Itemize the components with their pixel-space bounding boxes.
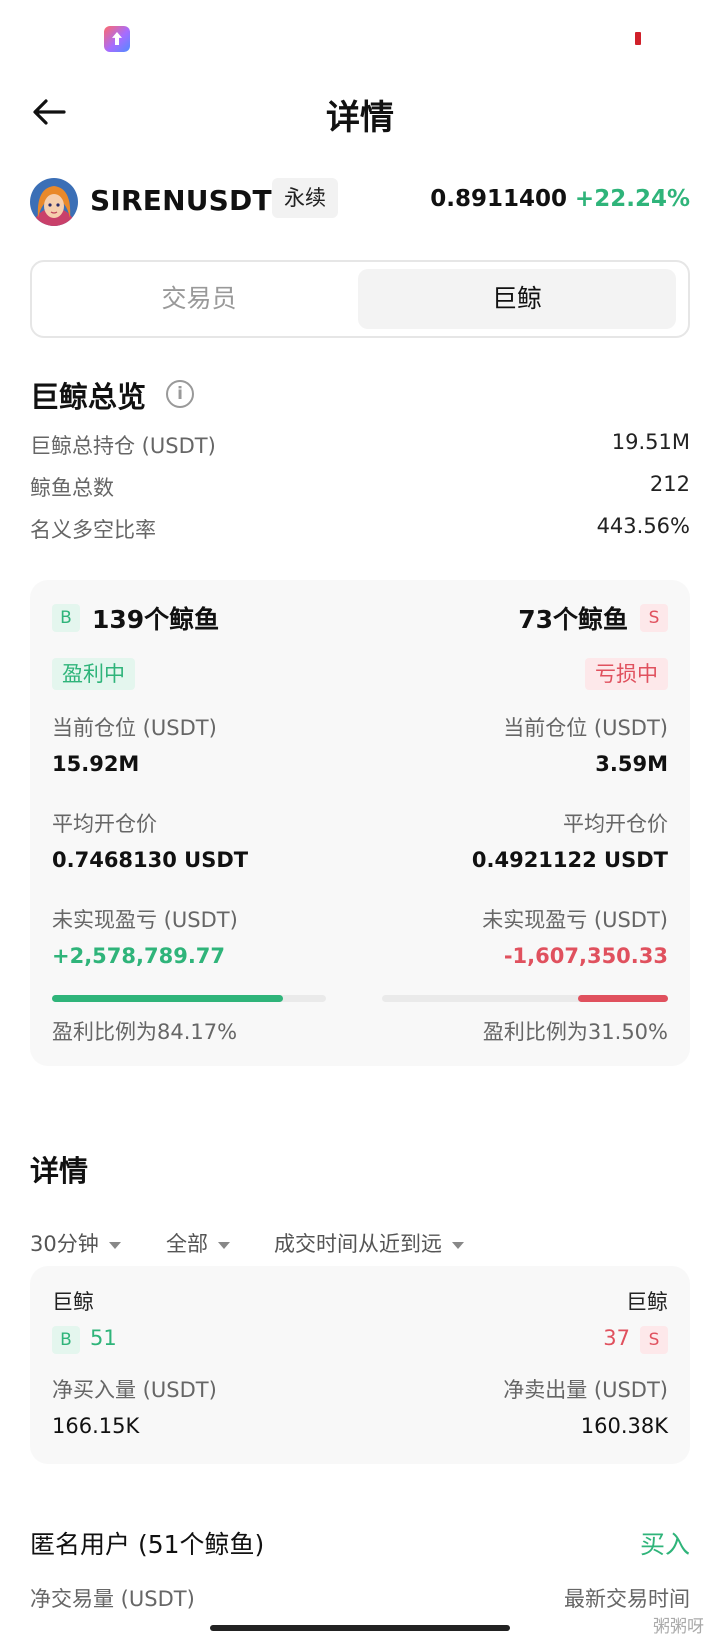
short-pnl-value: -1,607,350.33: [503, 944, 668, 968]
long-position-value: 15.92M: [52, 752, 140, 776]
loss-status-badge: 亏损中: [585, 658, 668, 690]
net-buy-value: 166.15K: [52, 1414, 140, 1438]
tab-whales[interactable]: 巨鲸: [358, 269, 676, 329]
anon-users-title: 匿名用户 (51个鲸鱼): [30, 1530, 265, 1559]
short-profit-bar-fill: [577, 995, 668, 1002]
sell-whale-count: 37: [603, 1326, 630, 1350]
token-avatar: [30, 178, 78, 226]
page-title: 详情: [326, 98, 394, 138]
buy-link[interactable]: 买入: [640, 1525, 690, 1561]
buy-badge: B: [52, 604, 80, 632]
buy-whale-title: 巨鲸: [52, 1290, 94, 1314]
long-profit-bar-fill: [52, 995, 283, 1002]
stat-row: 鲸鱼总数 212: [30, 472, 690, 506]
sell-badge: S: [640, 604, 668, 632]
details-title: 详情: [30, 1154, 89, 1188]
net-sell-value: 160.38K: [580, 1414, 668, 1438]
long-whale-count: 139个鲸鱼: [92, 605, 220, 634]
short-pnl-label: 未实现盈亏 (USDT): [482, 908, 668, 932]
chevron-down-icon: [218, 1241, 230, 1249]
tab-traders[interactable]: 交易员: [40, 269, 358, 329]
buy-badge: B: [52, 1326, 80, 1354]
flow-card: 巨鲸 B 51 净买入量 (USDT) 166.15K 巨鲸 S 37 净卖出量…: [30, 1266, 690, 1464]
overview-title: 巨鲸总览: [30, 380, 147, 414]
stat-label: 鲸鱼总数: [30, 476, 114, 500]
top-nav: 详情: [0, 80, 720, 144]
perpetual-tag: 永续: [272, 178, 338, 218]
status-bar: [0, 0, 720, 80]
net-volume-column-header: 净交易量 (USDT): [30, 1587, 195, 1611]
app-notification-icon: [104, 26, 130, 52]
ticker-symbol: SIRENUSDT: [90, 184, 272, 217]
latest-trade-time-column-header: 最新交易时间: [564, 1587, 690, 1611]
whale-summary-card: B 139个鲸鱼 盈利中 当前仓位 (USDT) 15.92M 平均开仓价 0.…: [30, 580, 690, 1066]
sort-filter-label: 成交时间从近到远: [274, 1232, 442, 1256]
long-avg-label: 平均开仓价: [52, 812, 157, 836]
ticker-price: 0.8911400: [430, 186, 567, 212]
long-avg-value: 0.7468130 USDT: [52, 848, 249, 872]
info-icon[interactable]: i: [166, 380, 194, 408]
stat-label: 巨鲸总持仓 (USDT): [30, 434, 216, 458]
stat-value: 212: [649, 472, 690, 496]
stat-row: 巨鲸总持仓 (USDT) 19.51M: [30, 430, 690, 464]
stat-value: 443.56%: [596, 514, 690, 538]
ticker-header: SIRENUSDT 永续 0.8911400 +22.24%: [30, 176, 690, 232]
sell-whale-title: 巨鲸: [626, 1290, 668, 1314]
long-position-label: 当前仓位 (USDT): [52, 716, 217, 740]
net-sell-label: 净卖出量 (USDT): [503, 1378, 668, 1402]
side-filter-label: 全部: [166, 1232, 208, 1256]
chevron-down-icon: [452, 1241, 464, 1249]
stat-row: 名义多空比率 443.56%: [30, 514, 690, 548]
stat-value: 19.51M: [611, 430, 690, 454]
side-filter[interactable]: 全部: [166, 1228, 230, 1258]
timeframe-filter[interactable]: 30分钟: [30, 1228, 121, 1258]
battery-icon: [635, 32, 641, 45]
profit-status-badge: 盈利中: [52, 658, 135, 690]
watermark: 粥粥呀: [653, 1617, 704, 1637]
segmented-tabs: 交易员 巨鲸: [30, 260, 690, 338]
long-ratio-text: 盈利比例为84.17%: [52, 1020, 238, 1044]
timeframe-filter-label: 30分钟: [30, 1232, 99, 1256]
short-avg-value: 0.4921122 USDT: [471, 848, 668, 872]
long-pnl-value: +2,578,789.77: [52, 944, 226, 968]
short-ratio-text: 盈利比例为31.50%: [482, 1020, 668, 1044]
short-whale-count: 73个鲸鱼: [518, 605, 628, 634]
sort-filter[interactable]: 成交时间从近到远: [274, 1228, 464, 1258]
net-buy-label: 净买入量 (USDT): [52, 1378, 217, 1402]
ticker-change: +22.24%: [574, 186, 690, 212]
long-pnl-label: 未实现盈亏 (USDT): [52, 908, 238, 932]
home-indicator[interactable]: [210, 1625, 510, 1631]
chevron-down-icon: [108, 1241, 121, 1249]
stat-label: 名义多空比率: [30, 518, 156, 542]
short-profit-bar: [382, 995, 668, 1002]
short-position-label: 当前仓位 (USDT): [503, 716, 668, 740]
buy-whale-count: 51: [90, 1326, 117, 1350]
short-avg-label: 平均开仓价: [563, 812, 668, 836]
sell-badge: S: [640, 1326, 668, 1354]
long-profit-bar: [52, 995, 326, 1002]
short-position-value: 3.59M: [595, 752, 668, 776]
